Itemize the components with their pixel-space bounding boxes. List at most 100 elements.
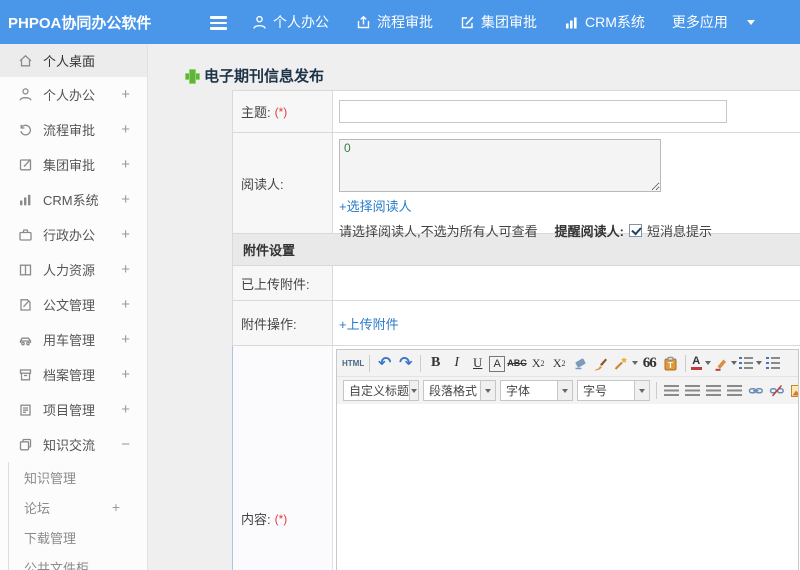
subscript-button[interactable]: X2 <box>550 353 569 374</box>
subject-input[interactable] <box>339 100 727 123</box>
format-brush-button[interactable] <box>592 353 611 374</box>
layers-icon <box>19 438 32 451</box>
html-source-button[interactable]: HTML <box>342 353 364 374</box>
strikethrough-button[interactable]: ABC <box>507 353 527 374</box>
unordered-list-button[interactable] <box>764 353 783 374</box>
sidebar-item-forum[interactable]: 论坛 + <box>9 492 147 522</box>
process-icon <box>357 15 370 28</box>
subject-row: 主题: (*) <box>232 91 800 133</box>
highlight-icon <box>715 359 726 371</box>
edit-icon <box>19 158 32 171</box>
autotypeset-button[interactable] <box>613 353 638 374</box>
document-icon <box>20 299 31 311</box>
sms-checkbox[interactable] <box>628 224 642 237</box>
nav-process-approval[interactable]: 流程审批 <box>356 12 433 32</box>
uploaded-attachments-row: 已上传附件: <box>232 266 800 301</box>
nav-more-apps[interactable]: 更多应用 <box>672 12 728 32</box>
highlight-color-button[interactable] <box>713 353 737 374</box>
bold-button[interactable]: B <box>426 353 445 374</box>
readers-hint-line: 请选择阅读人,不选为所有人可查看 提醒阅读人: 短消息提示 <box>339 221 796 240</box>
nav-personal-office[interactable]: 个人办公 <box>252 12 329 32</box>
sidebar-item-document-management[interactable]: 公文管理 + <box>0 287 147 322</box>
uploaded-attachments-label: 已上传附件: <box>233 266 333 300</box>
link-icon <box>748 388 763 394</box>
attachment-action-row: 附件操作: +上传附件 <box>232 301 800 346</box>
blockquote-button[interactable]: 66 <box>640 353 659 374</box>
sidebar-item-human-resources[interactable]: 人力资源 + <box>0 252 147 287</box>
expand-icon[interactable]: + <box>121 331 130 348</box>
expand-icon[interactable]: + <box>121 156 130 173</box>
expand-icon[interactable]: + <box>121 121 130 138</box>
heading-select[interactable]: 自定义标题 <box>343 380 419 401</box>
expand-icon[interactable]: + <box>121 191 130 208</box>
superscript-button[interactable]: X2 <box>529 353 548 374</box>
font-size-select[interactable]: 字号 <box>577 380 650 401</box>
chevron-down-icon[interactable] <box>746 19 755 25</box>
redo-button[interactable]: ↷ <box>396 353 415 374</box>
undo-button[interactable]: ↶ <box>375 353 394 374</box>
sidebar: 个人桌面 个人办公 + 流程审批 + 集团审批 + CRM系统 + 行政办公 + <box>0 44 148 570</box>
expand-icon[interactable]: + <box>121 86 130 103</box>
nav-label: 更多应用 <box>671 14 728 30</box>
chart-icon <box>20 194 31 206</box>
remove-format-button[interactable] <box>571 353 590 374</box>
nav-group-approval[interactable]: 集团审批 <box>460 12 537 32</box>
sidebar-item-project-management[interactable]: 项目管理 + <box>0 392 147 427</box>
align-left-button[interactable] <box>662 380 681 401</box>
editor-toolbar-row2: 自定义标题 段落格式 字体 字号 <box>337 377 798 404</box>
font-family-select[interactable]: 字体 <box>500 380 573 401</box>
select-readers-link[interactable]: +选择阅读人 <box>339 196 412 215</box>
menu-icon[interactable] <box>210 16 227 30</box>
subject-label: 主题: (*) <box>233 91 333 132</box>
page-title: 电子期刊信息发布 <box>204 67 325 85</box>
sms-checkbox-label: 短消息提示 <box>646 224 712 239</box>
insert-image-button[interactable] <box>788 380 798 401</box>
top-bar: PHPOA协同办公软件 个人办公 流程审批 集团审批 CRM系统 更多应用 <box>0 0 800 44</box>
sidebar-item-group-approval[interactable]: 集团审批 + <box>0 147 147 182</box>
editor-content-area[interactable] <box>337 404 798 570</box>
nav-crm-system[interactable]: CRM系统 <box>564 12 645 32</box>
underline-button[interactable]: U <box>468 353 487 374</box>
readers-textarea[interactable]: 0 <box>339 139 661 192</box>
unlink-icon <box>769 385 784 397</box>
font-frame-button[interactable]: A <box>489 356 506 372</box>
italic-button[interactable]: I <box>447 353 466 374</box>
sidebar-item-personal-desktop[interactable]: 个人桌面 <box>0 44 147 77</box>
sidebar-item-knowledge-exchange[interactable]: 知识交流 − <box>0 427 147 462</box>
eraser-icon <box>575 358 586 369</box>
expand-icon[interactable]: + <box>121 366 130 383</box>
font-color-button[interactable]: A <box>690 353 711 374</box>
insert-link-button[interactable] <box>746 380 765 401</box>
sidebar-item-public-file-cabinet[interactable]: 公共文件柜 <box>9 552 147 570</box>
align-justify-button[interactable] <box>725 380 744 401</box>
sidebar-item-process-approval[interactable]: 流程审批 + <box>0 112 147 147</box>
sidebar-item-personal-office[interactable]: 个人办公 + <box>0 77 147 112</box>
page-title-row: 电子期刊信息发布 <box>149 44 800 90</box>
sidebar-item-archive-management[interactable]: 档案管理 + <box>0 357 147 392</box>
main-content: 电子期刊信息发布 主题: (*) 阅读人: 0 +选择阅读人 请选择阅读人,不选… <box>149 44 800 570</box>
sidebar-item-crm-system[interactable]: CRM系统 + <box>0 182 147 217</box>
nav-label: CRM系统 <box>585 14 645 30</box>
sidebar-item-knowledge-management[interactable]: 知识管理 <box>9 462 147 492</box>
sidebar-item-download-management[interactable]: 下载管理 <box>9 522 147 552</box>
expand-icon[interactable]: + <box>121 296 130 313</box>
paragraph-format-select[interactable]: 段落格式 <box>423 380 496 401</box>
sidebar-item-vehicle-management[interactable]: 用车管理 + <box>0 322 147 357</box>
svg-text:T: T <box>668 361 673 370</box>
sidebar-item-admin-office[interactable]: 行政办公 + <box>0 217 147 252</box>
required-mark: (*) <box>274 104 288 119</box>
nav-label: 集团审批 <box>481 14 537 30</box>
ordered-list-button[interactable] <box>738 353 762 374</box>
upload-attachment-link[interactable]: +上传附件 <box>339 314 399 333</box>
align-center-button[interactable] <box>683 380 702 401</box>
paste-text-button[interactable]: T <box>661 353 680 374</box>
align-right-button[interactable] <box>704 380 723 401</box>
expand-icon[interactable]: + <box>121 261 130 278</box>
process-icon <box>20 124 32 136</box>
publish-form: 主题: (*) 阅读人: 0 +选择阅读人 请选择阅读人,不选为所有人可查看 提… <box>232 90 800 570</box>
expand-icon[interactable]: + <box>121 401 130 418</box>
remove-link-button[interactable] <box>767 380 786 401</box>
expand-icon[interactable]: + <box>121 226 130 243</box>
collapse-icon[interactable]: − <box>121 436 130 453</box>
expand-icon[interactable]: + <box>112 499 120 515</box>
